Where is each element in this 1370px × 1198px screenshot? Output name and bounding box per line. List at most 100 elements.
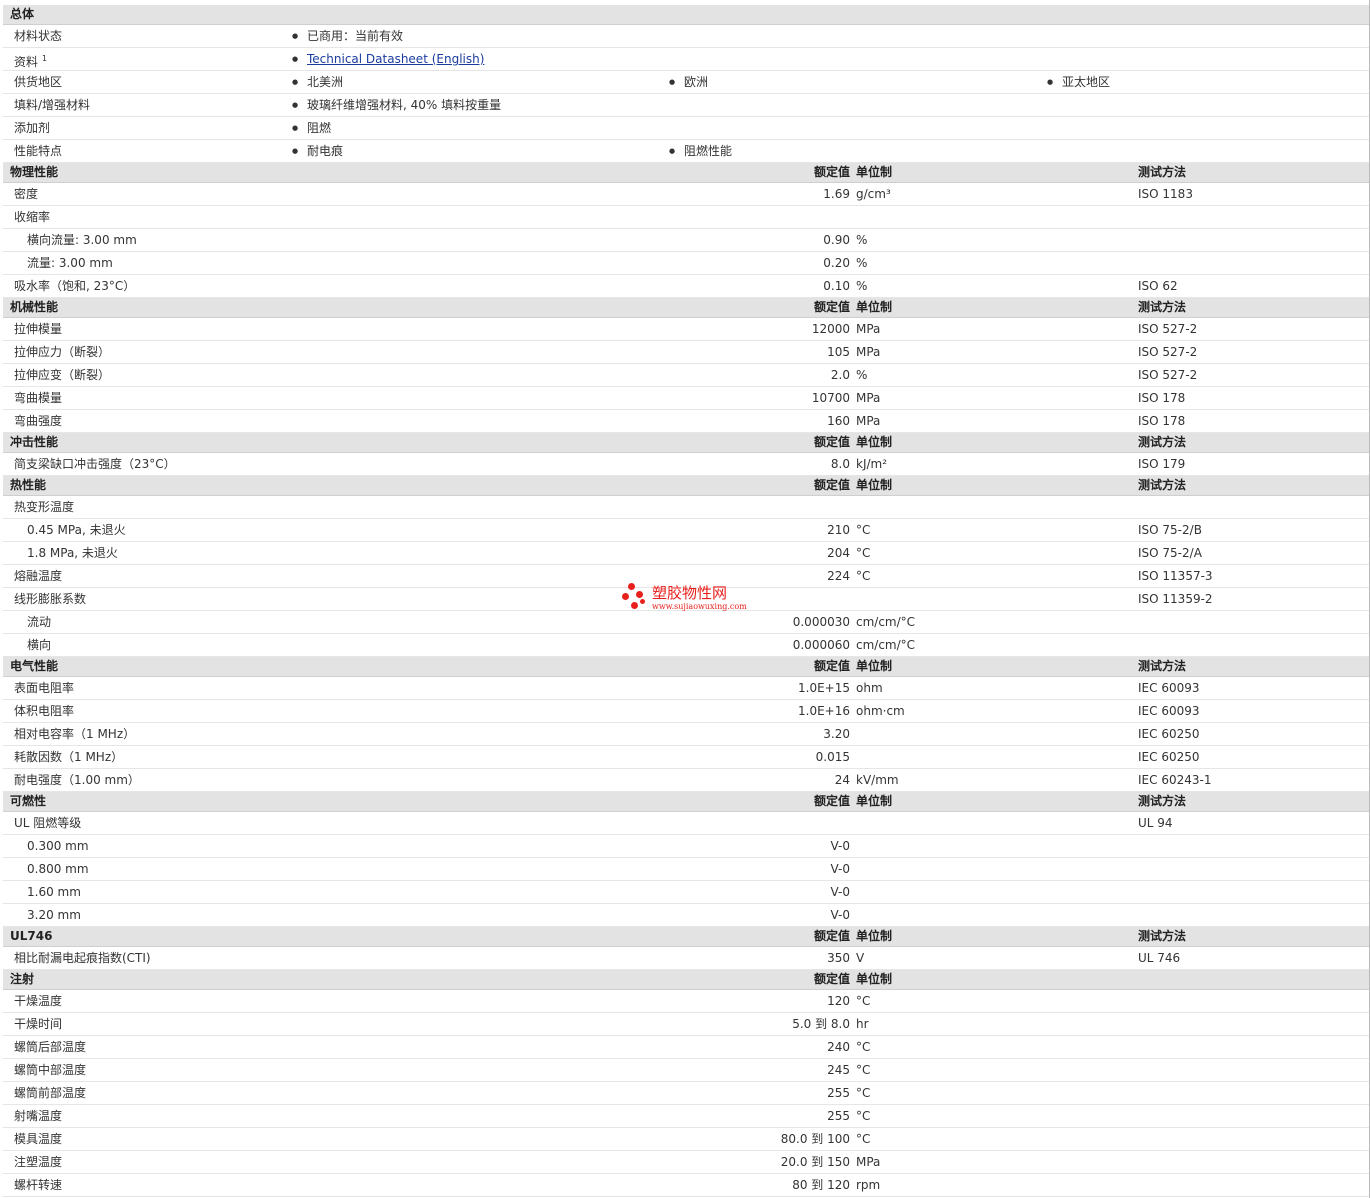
property-unit: %: [856, 279, 868, 293]
property-row: 表面电阻率 1.0E+15 ohm IEC 60093: [3, 677, 1370, 700]
row-label: 添加剂: [14, 121, 51, 135]
property-unit: %: [856, 233, 868, 247]
property-label: 横向: [27, 638, 52, 652]
property-row: 收缩率: [3, 206, 1370, 229]
property-test-method: ISO 179: [1138, 457, 1186, 471]
property-row: 1.60 mm V-0: [3, 881, 1370, 904]
column-header-nominal: 额定值: [813, 300, 850, 314]
property-test-method: IEC 60093: [1138, 681, 1200, 695]
property-test-method: ISO 1183: [1138, 187, 1193, 201]
property-label: 螺筒中部温度: [14, 1063, 87, 1077]
section-header: 冲击性能 额定值 单位制 测试方法: [3, 433, 1370, 453]
property-row: UL 阻燃等级 UL 94: [3, 812, 1370, 835]
property-value: 105: [827, 345, 850, 359]
property-value: V-0: [830, 862, 850, 876]
property-test-method: ISO 527-2: [1138, 345, 1198, 359]
property-value: 0.10: [823, 279, 850, 293]
section-header: 热性能 额定值 单位制 测试方法: [3, 476, 1370, 496]
property-label: 螺杆转速: [14, 1178, 63, 1192]
property-sections: 物理性能 额定值 单位制 测试方法 密度 1.69 g/cm³ ISO 1183 收缩率 横向流量…: [3, 163, 1370, 1197]
property-row: 1.8 MPa, 未退火 204 °C ISO 75-2/A: [3, 542, 1370, 565]
section-title: 可燃性: [10, 794, 47, 808]
property-value: 0.000060: [792, 638, 850, 652]
row-value: 已商用：当前有效: [292, 25, 403, 47]
region-europe: 欧洲: [669, 71, 708, 93]
column-header-test-method: 测试方法: [1138, 165, 1187, 179]
column-header-nominal: 额定值: [813, 478, 850, 492]
column-header-test-method: 测试方法: [1138, 794, 1187, 808]
row-label: 填料/增强材料: [14, 98, 91, 112]
property-test-method: ISO 527-2: [1138, 322, 1198, 336]
property-row: 3.20 mm V-0: [3, 904, 1370, 927]
property-test-method: ISO 75-2/B: [1138, 523, 1202, 537]
property-label: 模具温度: [14, 1132, 63, 1146]
property-value: 8.0: [830, 457, 850, 471]
property-row: 耐电强度（1.00 mm） 24 kV/mm IEC 60243-1: [3, 769, 1370, 792]
property-value: 350: [827, 951, 850, 965]
property-value: 1.0E+16: [798, 704, 850, 718]
section-title: 电气性能: [10, 659, 59, 673]
property-unit: %: [856, 256, 868, 270]
property-value: 210: [827, 523, 850, 537]
property-label: 简支梁缺口冲击强度（23°C）: [14, 457, 176, 471]
property-value: 255: [827, 1086, 850, 1100]
property-row: 体积电阻率 1.0E+16 ohm·cm IEC 60093: [3, 700, 1370, 723]
property-label: 1.60 mm: [27, 885, 81, 899]
property-unit: MPa: [856, 345, 881, 359]
property-label: 0.800 mm: [27, 862, 89, 876]
property-value: 0.000030: [792, 615, 850, 629]
property-label: 流动: [27, 615, 52, 629]
property-value: 1.69: [823, 187, 850, 201]
property-row: 拉伸应力（断裂） 105 MPa ISO 527-2: [3, 341, 1370, 364]
property-value: 3.20: [823, 727, 850, 741]
property-row: 流量: 3.00 mm 0.20%: [3, 252, 1370, 275]
property-unit: ohm·cm: [856, 704, 905, 718]
property-unit: hr: [856, 1017, 869, 1031]
property-label: 相对电容率（1 MHz）: [14, 727, 136, 741]
row-filler: 填料/增强材料 玻璃纤维增强材料, 40% 填料按重量: [3, 94, 1370, 117]
property-unit: °C: [856, 1132, 871, 1146]
property-label: 3.20 mm: [27, 908, 81, 922]
column-header-test-method: 测试方法: [1138, 659, 1187, 673]
property-value: 255: [827, 1109, 850, 1123]
column-header-unit: 单位制: [856, 929, 893, 943]
property-value: 1.0E+15: [798, 681, 850, 695]
row-features: 性能特点 耐电痕 阻燃性能: [3, 140, 1370, 163]
section-header: 机械性能 额定值 单位制 测试方法: [3, 298, 1370, 318]
property-value: 10700: [811, 391, 850, 405]
watermark-logo: 塑胶物性网 www.sujiaowuxing.com: [622, 582, 762, 618]
technical-datasheet-link[interactable]: Technical Datasheet (English): [292, 48, 484, 70]
property-label: 吸水率（饱和, 23°C）: [14, 279, 136, 293]
property-row: 弯曲模量 10700 MPa ISO 178: [3, 387, 1370, 410]
property-test-method: UL 746: [1138, 951, 1181, 965]
property-value: 0.20: [823, 256, 850, 270]
property-label: 热变形温度: [14, 500, 75, 514]
property-label: 注塑温度: [14, 1155, 63, 1169]
property-unit: °C: [856, 546, 871, 560]
row-value: 玻璃纤维增强材料, 40% 填料按重量: [292, 94, 501, 116]
property-unit: kJ/m²: [856, 457, 888, 471]
property-unit: °C: [856, 523, 871, 537]
property-row: 干燥温度 120 °C: [3, 990, 1370, 1013]
property-row: 螺杆转速 80 到 120 rpm: [3, 1174, 1370, 1197]
property-value: 20.0 到 150: [780, 1155, 850, 1169]
column-header-nominal: 额定值: [813, 659, 850, 673]
section-header-general: 总体: [3, 5, 1370, 25]
property-label: 螺筒后部温度: [14, 1040, 87, 1054]
row-value: 阻燃: [292, 117, 331, 139]
column-header-test-method: 测试方法: [1138, 929, 1187, 943]
property-row: 拉伸模量 12000 MPa ISO 527-2: [3, 318, 1370, 341]
property-unit: rpm: [856, 1178, 881, 1192]
property-value: 224: [827, 569, 850, 583]
property-unit: °C: [856, 1063, 871, 1077]
section-header: 电气性能 额定值 单位制 测试方法: [3, 657, 1370, 677]
section-title: 热性能: [10, 478, 47, 492]
property-label: 耐电强度（1.00 mm）: [14, 773, 140, 787]
property-test-method: IEC 60250: [1138, 727, 1200, 741]
region-asia-pacific: 亚太地区: [1047, 71, 1110, 93]
property-label: UL 阻燃等级: [14, 816, 82, 830]
property-test-method: ISO 75-2/A: [1138, 546, 1202, 560]
region-north-america: 北美洲: [292, 71, 343, 93]
column-header-test-method: 测试方法: [1138, 478, 1187, 492]
property-row: 干燥时间 5.0 到 8.0 hr: [3, 1013, 1370, 1036]
